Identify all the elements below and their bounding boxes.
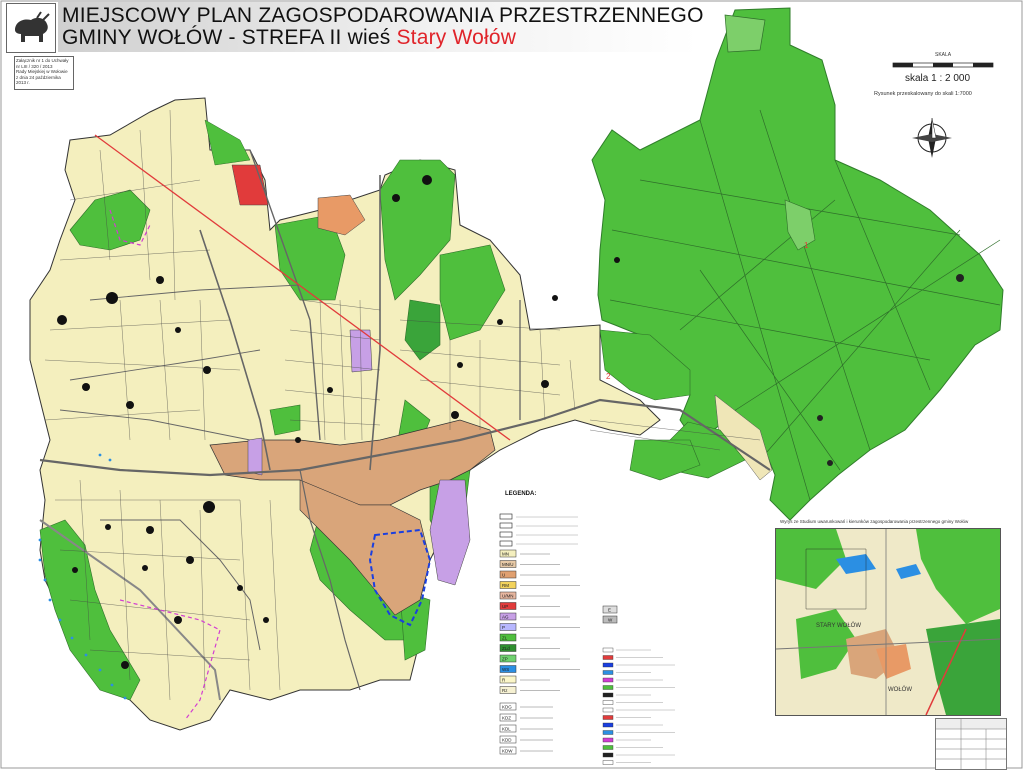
note-line-4: z dnia 24 października 2013 r. [16, 74, 61, 86]
legend: MNMN/UURMU/MNUPAGPZLZLdZPWSRRzKDGKDZKDLK… [499, 513, 675, 765]
legend-code: U [502, 573, 505, 578]
legend-symbol [602, 730, 614, 735]
crest-logo [6, 3, 56, 53]
scale-note: Rysunek przeskalowany do skali 1:7000 [874, 91, 972, 97]
map-label-1: 1 [804, 241, 809, 250]
legend-code: U/MN [502, 594, 514, 599]
legend-symbol [499, 513, 513, 520]
legend-symbol [602, 722, 614, 728]
note-line-1: Załącznik nr 1 do Uchwały [16, 58, 69, 63]
legend-code: ZLd [502, 646, 510, 651]
legend-infra-code: E [608, 608, 611, 613]
resolution-note: Załącznik nr 1 do Uchwały nr LIII / 320 … [14, 56, 74, 90]
legend-symbol [602, 737, 614, 743]
map-title-line2: GMINY WOŁÓW - STREFA II wieś Stary Wołów [62, 26, 516, 50]
legend-code: Rz [502, 688, 508, 693]
map-title-gmina: GMINY WOŁÓW - STREFA II wieś [62, 26, 397, 49]
legend-code: MN/U [502, 562, 514, 567]
legend-symbol [602, 647, 614, 653]
legend-road-code: KDD [502, 738, 512, 743]
legend-code: ZL [502, 636, 508, 641]
legend-code: WS [502, 667, 509, 672]
legend-symbol [602, 715, 614, 720]
map-title-place: Stary Wołów [396, 26, 517, 49]
inset-map: STARY WOŁÓW WOŁÓW [775, 528, 1001, 716]
legend-symbol [499, 531, 513, 538]
legend-road-code: KDG [502, 705, 512, 710]
scale-text: skala 1 : 2 000 [905, 73, 971, 84]
legend-symbol [602, 700, 614, 705]
inset-caption: Wyrys ze Studium uwarunkowań i kierunków… [780, 519, 969, 524]
scale-label: SKALA [935, 52, 952, 58]
inset-place-2: WOŁÓW [888, 686, 912, 693]
map-label-2: 2 [606, 372, 611, 381]
legend-symbol [602, 662, 614, 668]
legend-symbol [602, 745, 614, 750]
legend-code: MN [502, 552, 509, 557]
legend-symbol [602, 670, 614, 675]
legend-symbol [499, 522, 513, 529]
legend-title: LEGENDA: [505, 491, 537, 497]
stamp-grid [936, 719, 1006, 769]
inset-place-1: STARY WOŁÓW [816, 622, 861, 629]
note-line-3: Rady Miejskiej w Wołowie [16, 69, 68, 74]
scale-bar [892, 62, 994, 68]
legend-symbol [602, 707, 614, 713]
legend-code: RM [502, 583, 509, 588]
legend-symbol [499, 540, 513, 547]
legend-symbol [602, 760, 614, 765]
title-block-stamp [935, 718, 1007, 770]
legend-code: UP [502, 604, 508, 609]
bull-emblem-icon [7, 4, 55, 52]
legend-code: P [502, 625, 505, 630]
legend-road-code: KDW [502, 749, 513, 754]
legend-symbol [602, 752, 614, 758]
legend-code: AG [502, 615, 509, 620]
inset-map-drawing: STARY WOŁÓW WOŁÓW [776, 529, 1000, 715]
legend-road-code: KDL [502, 727, 511, 732]
legend-symbol [602, 692, 614, 698]
legend-road-code: KDZ [502, 716, 511, 721]
map-title-line1: MIEJSCOWY PLAN ZAGOSPODAROWANIA PRZESTRZ… [62, 4, 704, 27]
legend-symbol [602, 655, 614, 660]
legend-symbol [602, 677, 614, 683]
legend-code: ZP [502, 657, 508, 662]
legend-symbol [602, 685, 614, 690]
legend-items: MNMN/UURMU/MNUPAGPZLZLdZPWSRRzKDGKDZKDLK… [499, 513, 675, 765]
